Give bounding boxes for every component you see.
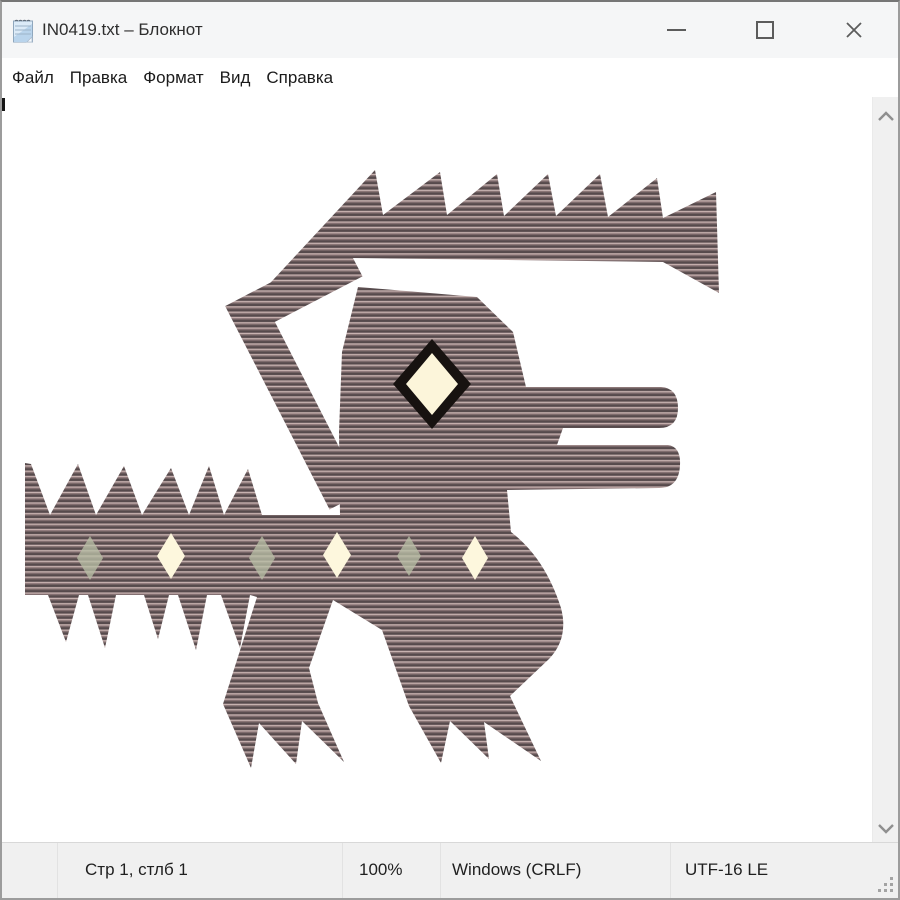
close-button[interactable] [832,2,876,58]
chevron-down-icon[interactable] [876,822,896,835]
status-encoding: UTF-16 LE [670,843,898,898]
creature-neck-band [250,260,354,501]
status-encoding-label: UTF-16 LE [685,860,768,879]
menu-item-format[interactable]: Формат [135,68,211,88]
menu-item-view[interactable]: Вид [212,68,259,88]
status-cursor-position: Стр 1, стлб 1 [57,843,342,898]
menu-item-edit[interactable]: Правка [62,68,135,88]
chevron-up-icon[interactable] [876,110,896,123]
maximize-button[interactable] [743,2,787,58]
maximize-icon [756,21,774,39]
resize-grip[interactable] [875,874,893,892]
notepad-icon [11,17,36,44]
menu-item-help[interactable]: Справка [258,68,341,88]
status-line-ending: Windows (CRLF) [440,843,670,898]
ascii-art-creature [2,97,872,842]
close-icon [844,20,864,40]
title-bar[interactable]: IN0419.txt – Блокнот [2,2,898,58]
status-cell-empty [2,843,57,898]
notepad-window: IN0419.txt – Блокнот Файл Правка Формат … [0,0,900,900]
creature-body [25,287,680,768]
menu-item-file[interactable]: Файл [4,68,62,88]
menu-bar: Файл Правка Формат Вид Справка [2,58,898,97]
status-bar: Стр 1, стлб 1 100% Windows (CRLF) UTF-16… [2,842,898,898]
minimize-icon [667,29,686,31]
minimize-button[interactable] [654,2,698,58]
text-editor-area[interactable] [2,97,872,842]
window-title: IN0419.txt – Блокнот [42,2,203,58]
status-zoom-level: 100% [342,843,440,898]
vertical-scrollbar[interactable] [872,97,898,842]
